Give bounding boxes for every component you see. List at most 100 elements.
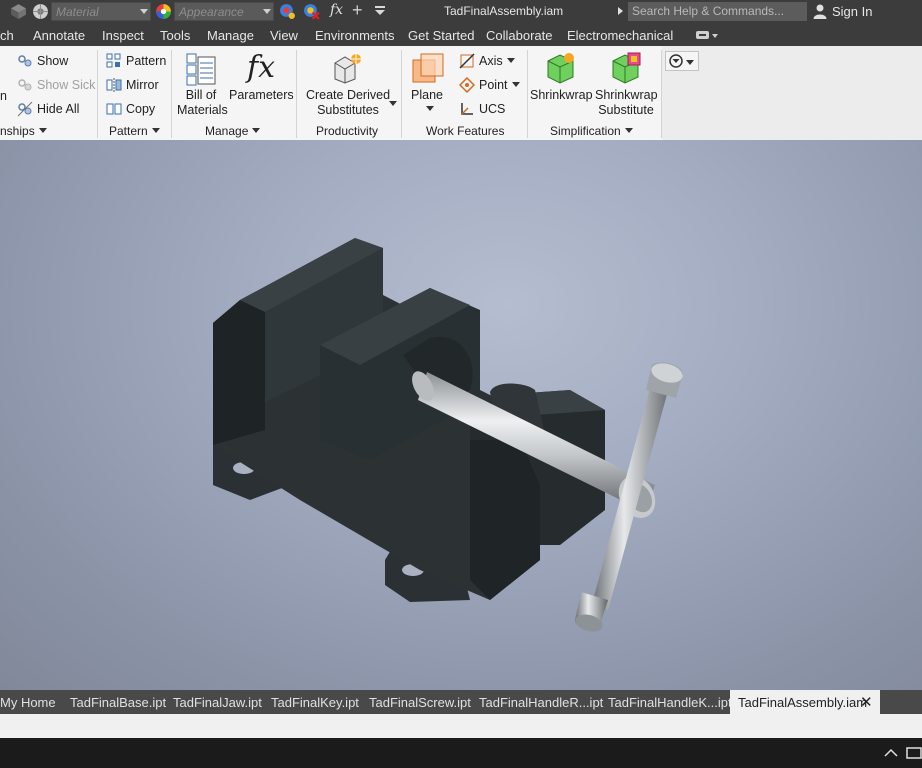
relationships-panel-title[interactable]: nships: [0, 124, 47, 138]
tab-inspect[interactable]: Inspect: [102, 28, 144, 43]
shrinkwrap-substitute-button[interactable]: Shrinkwrap Substitute: [595, 88, 658, 118]
appearance-dropdown[interactable]: Appearance: [174, 2, 274, 21]
status-bar: [0, 714, 922, 738]
parameters-label: Parameters: [229, 88, 294, 102]
productivity-panel-title: Productivity: [316, 124, 378, 138]
material-dropdown[interactable]: Material: [51, 2, 151, 21]
shrinkwrap-substitute-icon[interactable]: [610, 51, 642, 85]
pattern-title-text: Pattern: [109, 124, 148, 138]
system-tray-icon[interactable]: [906, 746, 922, 760]
work-features-panel-title: Work Features: [426, 124, 504, 138]
tab-tadfinalscrew[interactable]: TadFinalScrew.ipt: [369, 695, 471, 710]
hide-all-icon: [17, 101, 33, 117]
shrinkwrap-label: Shrinkwrap: [530, 88, 593, 102]
panel-divider: [527, 50, 528, 138]
copy-button[interactable]: Copy: [106, 102, 155, 116]
bill-of-materials-button[interactable]: Bill of Materials: [177, 88, 228, 118]
search-expand-icon[interactable]: [618, 7, 623, 15]
chevron-down-icon: [263, 9, 271, 14]
tab-tadfinalassembly-active[interactable]: TadFinalAssembly.iam ✕: [730, 690, 880, 714]
plane-label: Plane: [411, 88, 443, 102]
windows-taskbar: [0, 738, 922, 768]
customize-toolbar-icon[interactable]: [374, 6, 386, 16]
parameters-fx-icon[interactable]: fx: [247, 50, 275, 85]
simplification-panel-title[interactable]: Simplification: [550, 124, 633, 138]
tab-get-started[interactable]: Get Started: [408, 28, 474, 43]
tab-view[interactable]: View: [270, 28, 298, 43]
pattern-button[interactable]: Pattern: [106, 53, 166, 68]
axis-button[interactable]: Axis: [459, 53, 515, 69]
tab-tadfinalbase[interactable]: TadFinalBase.ipt: [70, 695, 166, 710]
panel-divider: [296, 50, 297, 138]
bill-of-materials-icon[interactable]: [185, 52, 217, 86]
overflow-icon: [669, 54, 683, 68]
shrinkwrap-substitute-line1: Shrinkwrap: [595, 88, 658, 102]
create-derived-substitutes-button[interactable]: Create Derived Substitutes: [303, 88, 393, 118]
panel-divider: [97, 50, 98, 138]
chevron-down-icon: [38, 128, 47, 133]
manage-title-text: Manage: [205, 124, 249, 138]
window-title: TadFinalAssembly.iam: [444, 4, 564, 18]
clear-appearance-icon[interactable]: [303, 3, 320, 20]
sign-in-link[interactable]: Sign In: [832, 4, 872, 19]
document-tab-bar: My Home TadFinalBase.ipt TadFinalJaw.ipt…: [0, 690, 922, 714]
ucs-label: UCS: [479, 102, 506, 116]
tab-manage[interactable]: Manage: [207, 28, 254, 43]
axis-icon: [459, 53, 475, 69]
tab-annotate[interactable]: Annotate: [33, 28, 85, 43]
user-icon[interactable]: [812, 3, 828, 19]
shrinkwrap-icon[interactable]: [545, 51, 577, 85]
view-cube-icon[interactable]: [10, 3, 27, 20]
mirror-label: Mirror: [126, 78, 159, 92]
show-label: Show: [37, 54, 69, 68]
tab-tadfinalhandler[interactable]: TadFinalHandleR...ipt: [479, 695, 603, 710]
plus-icon[interactable]: +: [352, 0, 363, 21]
relationships-partial-label[interactable]: n: [0, 89, 7, 103]
mirror-button[interactable]: Mirror: [106, 78, 159, 92]
tab-environments[interactable]: Environments: [315, 28, 394, 43]
chevron-up-icon[interactable]: [884, 748, 898, 757]
derived-label-line2: Substitutes: [317, 103, 379, 117]
appearance-color-wheel-icon[interactable]: [155, 3, 172, 20]
appearance-dropdown-text: Appearance: [179, 5, 244, 19]
plane-icon[interactable]: [411, 52, 445, 86]
ribbon-display-toggle-icon[interactable]: [696, 31, 720, 40]
tab-my-home[interactable]: My Home: [0, 695, 56, 710]
hide-all-button[interactable]: Hide All: [17, 101, 80, 117]
material-sphere-icon[interactable]: [32, 3, 49, 20]
vise-assembly-model[interactable]: [0, 140, 922, 690]
tab-tadfinaljaw[interactable]: TadFinalJaw.ipt: [173, 695, 262, 710]
chevron-down-icon[interactable]: [389, 101, 397, 106]
ribbon-overflow-button[interactable]: [665, 51, 699, 71]
manage-panel-title[interactable]: Manage: [205, 124, 261, 138]
tab-tadfinalkey[interactable]: TadFinalKey.ipt: [271, 695, 359, 710]
tab-collaborate[interactable]: Collaborate: [486, 28, 553, 43]
close-icon[interactable]: ✕: [860, 693, 873, 711]
show-sick-button[interactable]: Show Sick: [18, 78, 96, 92]
shrinkwrap-substitute-line2: Substitute: [598, 103, 654, 117]
parameters-button[interactable]: Parameters: [229, 88, 294, 103]
adjust-appearance-icon[interactable]: [279, 3, 296, 20]
graphics-viewport[interactable]: [0, 140, 922, 690]
work-features-title-text: Work Features: [426, 124, 505, 138]
ucs-button[interactable]: UCS: [461, 102, 506, 116]
chevron-down-icon[interactable]: [426, 106, 434, 111]
derived-label-line1: Create Derived: [305, 88, 391, 102]
tab-tadfinalhandlek[interactable]: TadFinalHandleK...ipt: [608, 695, 732, 710]
show-sick-label: Show Sick: [37, 78, 96, 92]
search-input[interactable]: Search Help & Commands...: [628, 2, 807, 21]
shrinkwrap-button[interactable]: Shrinkwrap: [530, 88, 593, 103]
tab-tools[interactable]: Tools: [160, 28, 190, 43]
fx-parameters-icon[interactable]: fx: [330, 2, 343, 18]
show-button[interactable]: Show: [18, 54, 69, 68]
plane-button[interactable]: Plane: [407, 88, 447, 103]
pattern-panel-title[interactable]: Pattern: [109, 124, 160, 138]
create-derived-substitutes-icon[interactable]: [331, 51, 365, 85]
tab-electromechanical[interactable]: Electromechanical: [567, 28, 673, 43]
tab-sketch[interactable]: ch: [0, 28, 14, 43]
hide-all-label: Hide All: [37, 102, 80, 116]
bom-label-line1: Bill of: [185, 88, 217, 102]
point-button[interactable]: Point: [459, 77, 520, 93]
simplification-title-text: Simplification: [550, 124, 621, 138]
point-label: Point: [479, 78, 508, 92]
